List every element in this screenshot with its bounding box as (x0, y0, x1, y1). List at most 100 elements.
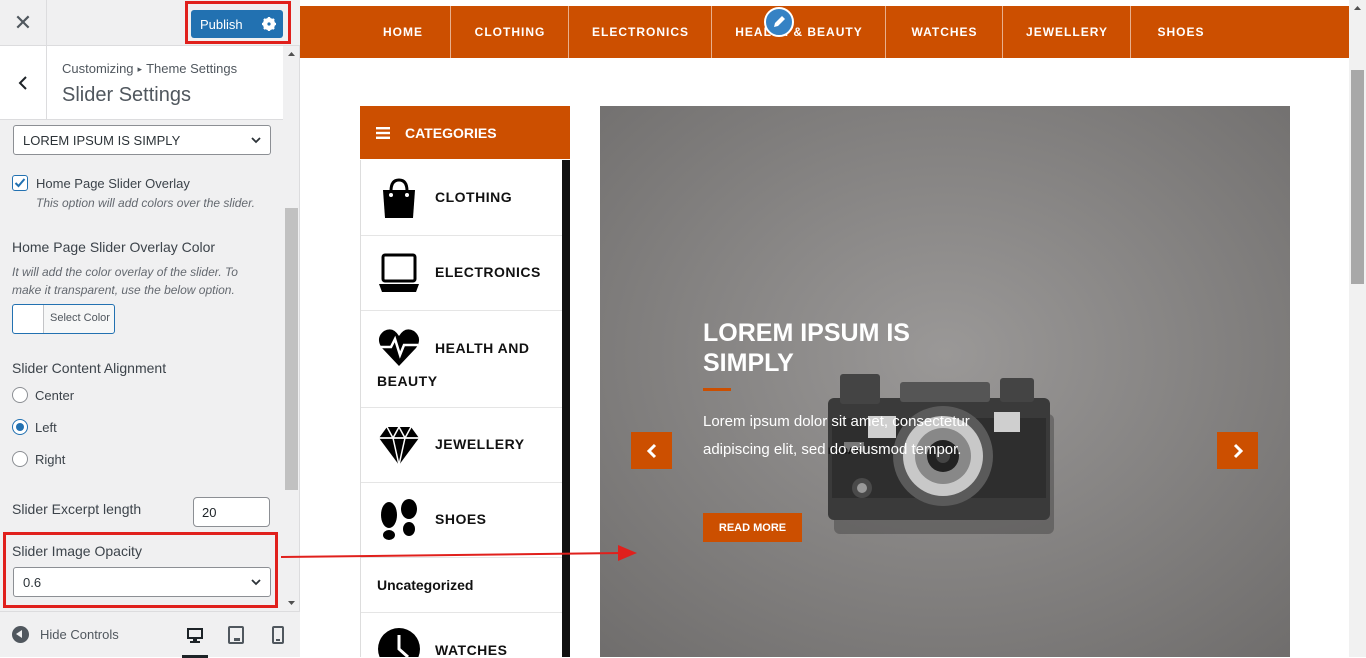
category-label: HEALTH AND (435, 340, 530, 356)
shopping-bag-icon (383, 178, 415, 218)
pencil-icon (774, 16, 785, 27)
camera-image: KODAK (600, 106, 1290, 657)
desktop-preview-icon[interactable] (184, 624, 206, 646)
image-opacity-select[interactable]: 0.6 (13, 567, 271, 597)
customizer-header: ✕ Publish (0, 0, 300, 46)
chevron-down-icon (251, 579, 261, 586)
category-item-shoes[interactable]: SHOES (361, 483, 562, 558)
alignment-label: Slider Content Alignment (12, 360, 167, 376)
laptop-icon (379, 253, 419, 292)
clock-icon (378, 628, 420, 657)
nav-clothing[interactable]: CLOTHING (450, 6, 569, 58)
scroll-up-arrow[interactable] (284, 48, 299, 60)
select-color-button[interactable]: Select Color (12, 304, 115, 334)
alignment-radio-center[interactable] (12, 387, 28, 403)
alignment-left-label[interactable]: Left (35, 420, 57, 435)
slider-prev-button[interactable] (631, 432, 672, 469)
mobile-preview-icon[interactable] (267, 624, 289, 646)
overlay-color-label: Home Page Slider Overlay Color (12, 239, 216, 255)
slide-select-value: LOREM IPSUM IS SIMPLY (23, 132, 181, 148)
categories-header[interactable]: CATEGORIES (360, 106, 570, 159)
alignment-radio-right[interactable] (12, 451, 28, 467)
category-label: JEWELLERY (435, 436, 525, 452)
publish-label: Publish (200, 16, 243, 32)
excerpt-length-input[interactable]: 20 (193, 497, 270, 527)
category-label: WATCHES (435, 642, 508, 657)
category-item-electronics[interactable]: ELECTRONICS (361, 236, 562, 311)
select-color-label: Select Color (50, 312, 110, 324)
close-customizer-button[interactable]: ✕ (0, 0, 47, 46)
nav-health-beauty[interactable]: HEALTH & BEAUTY (711, 6, 886, 58)
categories-list: CLOTHING ELECTRONICS HEALTH AND BEAUTY J… (360, 160, 570, 657)
preview-scrollbar[interactable] (1349, 0, 1366, 657)
image-opacity-value: 0.6 (23, 574, 42, 590)
category-item-jewellery[interactable]: JEWELLERY (361, 408, 562, 483)
footprints-icon (381, 499, 417, 540)
section-title: Slider Settings (62, 84, 191, 106)
hide-controls-label: Hide Controls (40, 627, 119, 642)
breadcrumb-root: Customizing (62, 61, 134, 76)
chevron-left-icon (18, 75, 27, 90)
read-more-button[interactable]: READ MORE (703, 513, 802, 542)
image-opacity-label: Slider Image Opacity (12, 543, 142, 559)
main-navigation: HOME CLOTHING ELECTRONICS HEALTH & BEAUT… (300, 6, 1349, 58)
collapse-icon (12, 626, 29, 643)
tablet-preview-icon[interactable] (225, 624, 247, 646)
chevron-down-icon (251, 137, 261, 144)
checkmark-icon (14, 178, 26, 188)
breadcrumb: Customizing ▸ Theme Settings (62, 61, 237, 76)
nav-home[interactable]: HOME (355, 6, 451, 58)
slide-title: LOREM IPSUM IS SIMPLY (703, 319, 910, 377)
category-item-uncategorized[interactable]: Uncategorized (361, 558, 562, 613)
category-label: SHOES (435, 511, 487, 527)
customizer-footer: Hide Controls (0, 611, 300, 658)
slide-select[interactable]: LOREM IPSUM IS SIMPLY (13, 125, 271, 155)
alignment-center-label[interactable]: Center (35, 388, 74, 403)
category-item-watches[interactable]: WATCHES (361, 613, 562, 657)
scroll-up-arrow[interactable] (1349, 2, 1366, 14)
controls-panel: LOREM IPSUM IS SIMPLY Home Page Slider O… (0, 121, 283, 611)
slide-title-underline (703, 388, 731, 391)
nav-watches[interactable]: WATCHES (885, 6, 1003, 58)
slider-next-button[interactable] (1217, 432, 1258, 469)
edit-shortcut-button[interactable] (764, 7, 794, 37)
category-item-health-beauty[interactable]: HEALTH AND BEAUTY (361, 311, 562, 408)
gear-icon[interactable] (261, 16, 277, 32)
overlay-color-description: It will add the color overlay of the sli… (12, 265, 238, 297)
color-swatch (13, 305, 44, 333)
nav-shoes[interactable]: SHOES (1130, 6, 1231, 58)
preview-scroll-thumb[interactable] (1351, 70, 1364, 284)
alignment-right-label[interactable]: Right (35, 452, 65, 467)
overlay-checkbox-label[interactable]: Home Page Slider Overlay (36, 176, 190, 191)
chevron-right-icon (1233, 443, 1243, 458)
customizer-sidebar: ✕ Publish Customizing ▸ Theme Settings Sli… (0, 0, 300, 658)
publish-highlight-box: Publish (185, 1, 291, 44)
nav-electronics[interactable]: ELECTRONICS (568, 6, 712, 58)
diamond-icon (379, 425, 419, 466)
scroll-down-arrow[interactable] (284, 597, 299, 609)
category-label: CLOTHING (435, 189, 513, 205)
breadcrumb-parent: Theme Settings (146, 61, 238, 76)
site-preview: HOME CLOTHING ELECTRONICS HEALTH & BEAUT… (300, 0, 1366, 657)
alignment-radio-left[interactable] (12, 419, 28, 435)
close-icon: ✕ (13, 10, 33, 35)
hero-slider: KODAK LOREM IPSUM IS SIMPLY Lorem ipsum … (600, 106, 1290, 657)
category-label: ELECTRONICS (435, 264, 541, 280)
hide-controls-button[interactable]: Hide Controls (12, 626, 119, 643)
category-item-clothing[interactable]: CLOTHING (361, 160, 562, 236)
breadcrumb-separator: ▸ (137, 64, 143, 74)
section-header: Customizing ▸ Theme Settings Slider Settin… (0, 46, 283, 120)
slide-excerpt: Lorem ipsum dolor sit amet, consectetur … (703, 413, 970, 458)
back-button[interactable] (0, 46, 47, 119)
nav-jewellery[interactable]: JEWELLERY (1002, 6, 1131, 58)
panel-scrollbar[interactable] (284, 46, 299, 611)
overlay-checkbox[interactable] (12, 175, 28, 191)
hamburger-menu-icon (376, 126, 390, 139)
heartbeat-icon (378, 329, 420, 366)
category-label-line2: BEAUTY (377, 373, 438, 389)
panel-scroll-thumb[interactable] (285, 208, 298, 490)
publish-button[interactable]: Publish (191, 10, 283, 38)
overlay-checkbox-description: This option will add colors over the sli… (36, 196, 255, 210)
category-label: Uncategorized (377, 577, 474, 593)
categories-title: CATEGORIES (405, 124, 497, 141)
